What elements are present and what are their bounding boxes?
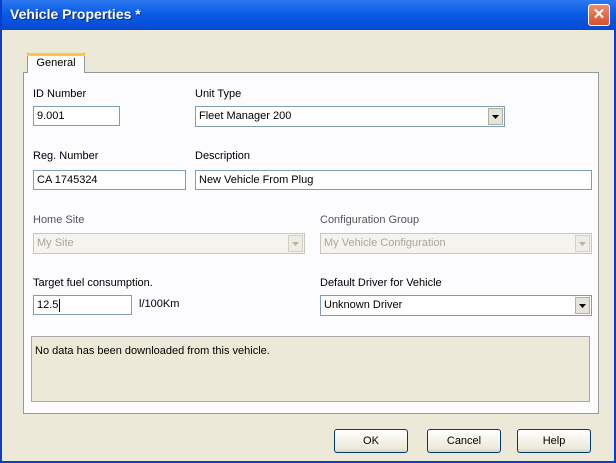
- close-icon: ✕: [592, 6, 606, 23]
- title-bar[interactable]: Vehicle Properties * ✕: [2, 0, 616, 30]
- chevron-down-icon[interactable]: [488, 108, 503, 125]
- home-site-label: Home Site: [33, 214, 85, 226]
- default-driver-value: Unknown Driver: [324, 299, 403, 311]
- chevron-down-icon[interactable]: [575, 235, 590, 252]
- home-site-select[interactable]: My Site: [33, 233, 305, 254]
- tab-general[interactable]: General: [27, 53, 85, 73]
- chevron-down-icon[interactable]: [575, 297, 590, 314]
- reg-number-label: Reg. Number: [33, 150, 99, 162]
- download-status-box: No data has been downloaded from this ve…: [31, 336, 590, 402]
- window-title: Vehicle Properties *: [10, 6, 141, 22]
- unit-type-value: Fleet Manager 200: [199, 110, 292, 122]
- reg-number-input[interactable]: CA 1745324: [33, 170, 186, 190]
- download-status-text: No data has been downloaded from this ve…: [35, 345, 270, 357]
- target-fuel-value: 12.5: [37, 299, 59, 311]
- ok-button[interactable]: OK: [334, 429, 408, 453]
- close-button[interactable]: ✕: [588, 4, 610, 26]
- default-driver-select[interactable]: Unknown Driver: [320, 295, 592, 316]
- target-fuel-unit: l/100Km: [139, 298, 180, 310]
- configuration-group-label: Configuration Group: [320, 214, 420, 226]
- home-site-value: My Site: [37, 237, 74, 249]
- configuration-group-value: My Vehicle Configuration: [324, 237, 446, 249]
- chevron-down-icon[interactable]: [288, 235, 303, 252]
- help-button[interactable]: Help: [517, 429, 591, 453]
- configuration-group-select[interactable]: My Vehicle Configuration: [320, 233, 592, 254]
- description-input[interactable]: New Vehicle From Plug: [195, 170, 592, 190]
- vehicle-properties-dialog: Vehicle Properties * ✕ General ID Number…: [0, 0, 616, 463]
- description-label: Description: [195, 150, 251, 162]
- text-cursor: [59, 298, 61, 312]
- unit-type-label: Unit Type: [195, 88, 242, 100]
- default-driver-label: Default Driver for Vehicle: [320, 277, 442, 289]
- target-fuel-label: Target fuel consumption.: [33, 277, 153, 289]
- unit-type-select[interactable]: Fleet Manager 200: [195, 106, 505, 127]
- target-fuel-input[interactable]: 12.5: [33, 295, 132, 315]
- id-number-input[interactable]: 9.001: [33, 106, 120, 126]
- id-number-label: ID Number: [33, 88, 87, 100]
- cancel-button[interactable]: Cancel: [427, 429, 501, 453]
